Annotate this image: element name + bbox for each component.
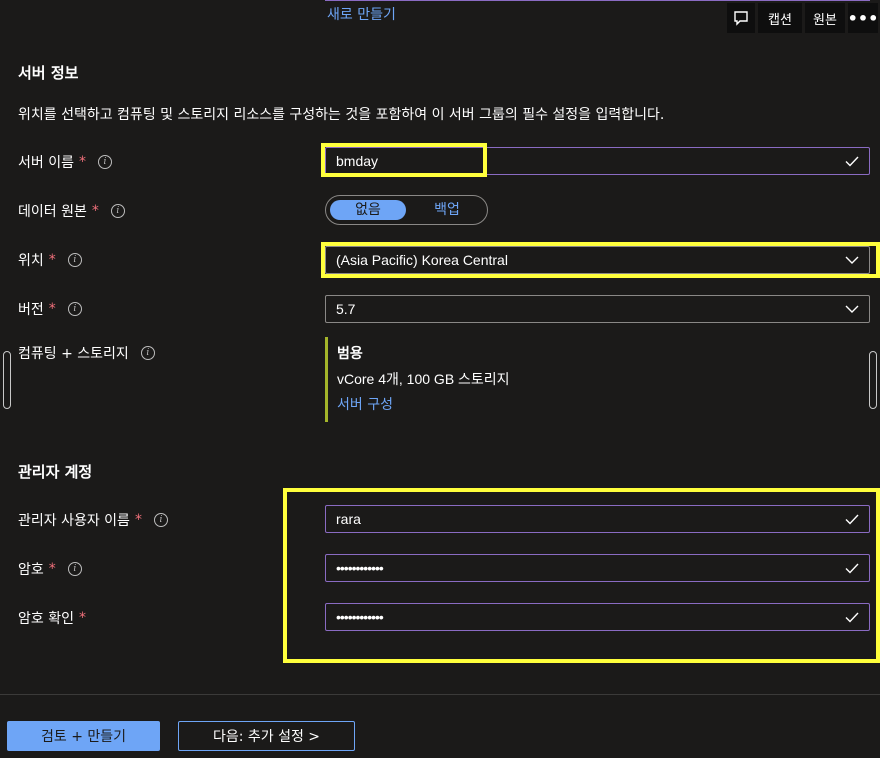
confirm-password-label: 암호 확인 [18, 611, 74, 627]
admin-account-heading: 관리자 계정 [18, 463, 93, 481]
server-name-value: bmday [336, 153, 379, 169]
info-icon[interactable]: i [67, 562, 82, 576]
checkmark-icon [845, 563, 859, 574]
comment-icon [734, 11, 748, 26]
info-icon[interactable]: i [97, 155, 112, 169]
server-info-description: 위치를 선택하고 컴퓨팅 및 스토리지 리소스를 구성하는 것을 포함하여 이 … [18, 107, 665, 123]
info-icon[interactable]: i [153, 513, 168, 527]
admin-username-label: 관리자 사용자 이름 [18, 513, 130, 529]
location-label: 위치 [18, 253, 44, 269]
data-source-label: 데이터 원본 [18, 204, 87, 220]
version-value: 5.7 [336, 301, 356, 317]
next-additional-settings-button[interactable]: 다음: 추가 설정 > [178, 721, 355, 751]
version-dropdown[interactable]: 5.7 [325, 295, 870, 323]
server-name-label-row: 서버 이름 * i [18, 152, 112, 172]
compute-label-row: 컴퓨팅 + 스토리지 i [18, 343, 155, 363]
version-label-row: 버전 * i [18, 299, 82, 319]
location-label-row: 위치 * i [18, 250, 82, 270]
info-icon[interactable]: i [67, 302, 82, 316]
caption-button[interactable]: 캡션 [758, 3, 802, 33]
server-name-input[interactable]: bmday [325, 147, 870, 175]
checkmark-icon [845, 612, 859, 623]
required-marker: * [78, 154, 86, 170]
required-marker: * [48, 301, 56, 317]
info-icon[interactable]: i [67, 253, 82, 267]
location-value: (Asia Pacific) Korea Central [336, 252, 508, 268]
chevron-down-icon [845, 256, 859, 264]
configure-server-link[interactable]: 서버 구성 [337, 394, 393, 414]
confirm-password-input[interactable]: •••••••••••• [325, 603, 870, 631]
more-button[interactable]: ••• [848, 3, 878, 33]
compute-accent-bar [325, 337, 328, 422]
admin-username-value: rara [336, 511, 361, 527]
required-marker: * [78, 610, 86, 626]
data-source-toggle[interactable]: 없음 백업 [325, 195, 488, 225]
password-label: 암호 [18, 562, 44, 578]
footer-divider [0, 694, 880, 695]
required-marker: * [91, 203, 99, 219]
location-dropdown[interactable]: (Asia Pacific) Korea Central [325, 246, 870, 274]
server-info-heading: 서버 정보 [18, 64, 79, 82]
original-button[interactable]: 원본 [805, 3, 845, 33]
confirm-password-value: •••••••••••• [336, 609, 384, 625]
password-value: •••••••••••• [336, 560, 384, 576]
info-icon[interactable]: i [110, 204, 125, 218]
compute-detail: vCore 4개, 100 GB 스토리지 [337, 371, 510, 387]
password-label-row: 암호 * i [18, 559, 82, 579]
more-icon: ••• [847, 8, 879, 28]
admin-username-label-row: 관리자 사용자 이름 * i [18, 510, 168, 530]
checkmark-icon [845, 156, 859, 167]
required-marker: * [48, 561, 56, 577]
version-label: 버전 [18, 302, 44, 318]
left-scroll-handle[interactable] [3, 351, 11, 409]
admin-username-input[interactable]: rara [325, 505, 870, 533]
checkmark-icon [845, 514, 859, 525]
required-marker: * [48, 252, 56, 268]
required-marker: * [134, 512, 142, 528]
data-source-option-none[interactable]: 없음 [330, 200, 406, 220]
info-icon[interactable]: i [140, 346, 155, 360]
compute-tier: 범용 [337, 346, 363, 362]
review-create-button[interactable]: 검토 + 만들기 [7, 721, 160, 751]
top-field-edge [325, 0, 870, 1]
data-source-option-backup[interactable]: 백업 [414, 200, 480, 220]
data-source-label-row: 데이터 원본 * i [18, 201, 125, 221]
password-input[interactable]: •••••••••••• [325, 554, 870, 582]
create-new-link[interactable]: 새로 만들기 [327, 4, 396, 24]
chevron-down-icon [845, 305, 859, 313]
confirm-password-label-row: 암호 확인 * [18, 608, 86, 628]
comment-button[interactable] [727, 3, 755, 33]
server-name-label: 서버 이름 [18, 155, 74, 171]
right-scroll-handle[interactable] [869, 351, 877, 409]
compute-label: 컴퓨팅 + 스토리지 [18, 346, 129, 362]
